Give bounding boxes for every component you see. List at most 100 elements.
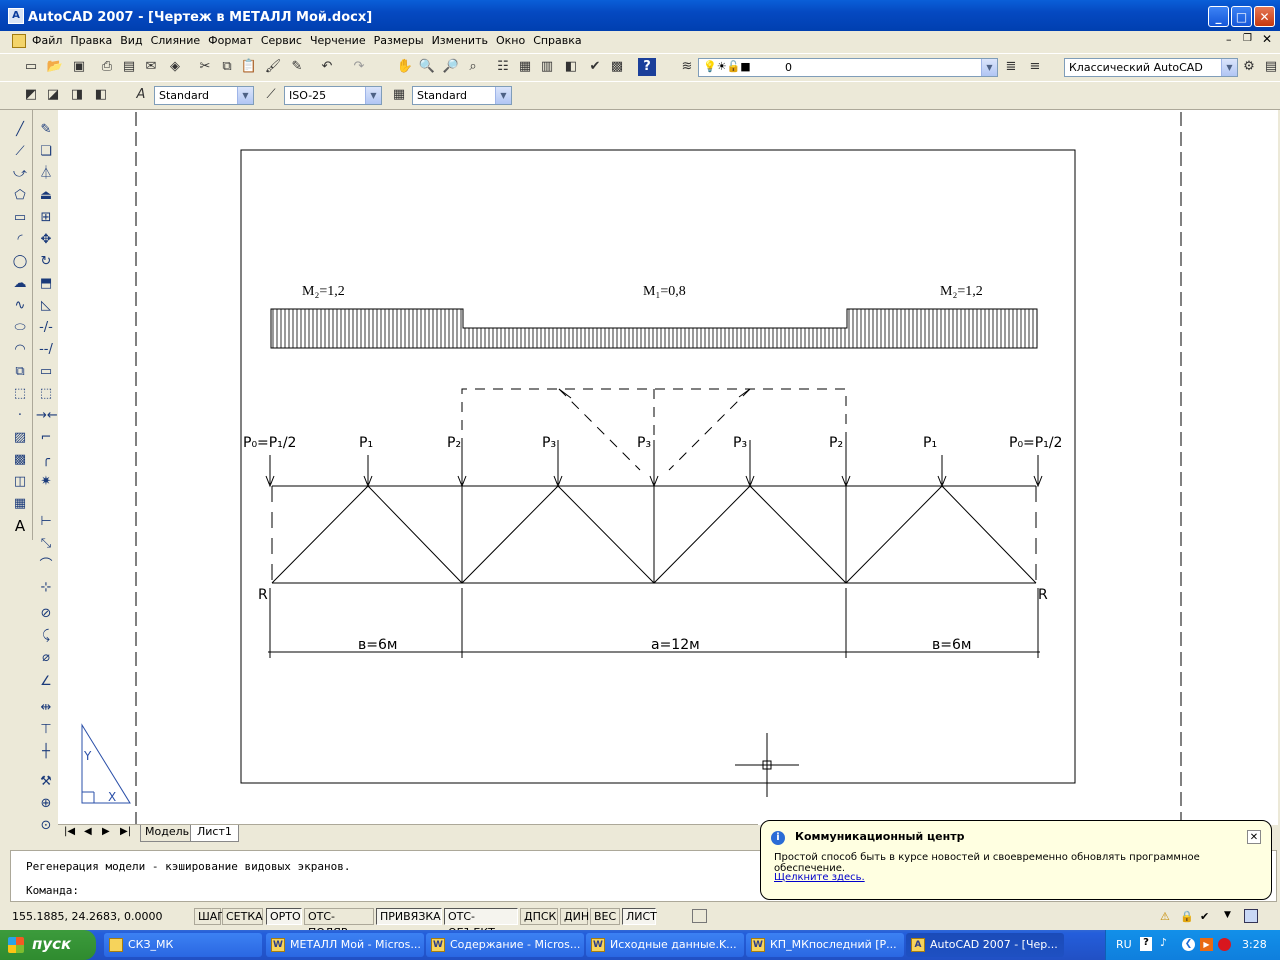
app-icon[interactable]: A (8, 8, 24, 24)
join-icon[interactable]: →← (36, 406, 58, 426)
doc-restore-icon[interactable]: ❐ (1243, 33, 1252, 44)
save-icon[interactable]: ▣ (70, 58, 88, 76)
make-block-icon[interactable]: ⬚ (10, 384, 30, 404)
mirror-icon[interactable]: ⏃ (36, 164, 56, 184)
command-prompt[interactable]: Команда: (26, 884, 79, 897)
construction-line-icon[interactable]: ⟋ (10, 142, 30, 162)
draworder-front-icon[interactable]: ◩ (22, 86, 40, 104)
rotate-icon[interactable]: ↻ (36, 252, 56, 272)
menu-item[interactable]: Размеры (370, 32, 428, 49)
chamfer-icon[interactable]: ⌐ (36, 428, 56, 448)
menu-item[interactable]: Черчение (306, 32, 370, 49)
menu-item[interactable]: Формат (204, 32, 257, 49)
trusted-icon[interactable]: ✔ (1200, 910, 1209, 923)
next-tab-icon[interactable]: ▶ (102, 826, 110, 837)
text-style-icon[interactable]: A (132, 86, 150, 104)
make-layer-current-icon[interactable]: ≣ (1002, 58, 1020, 76)
menu-item[interactable]: Файл (28, 32, 66, 49)
status-toggle[interactable]: ПРИВЯЗКА (376, 908, 442, 925)
aligned-dim-icon[interactable]: ⤡ (36, 534, 56, 554)
copy-icon[interactable]: ⧉ (218, 58, 236, 76)
chevron-down-icon[interactable]: ▼ (981, 59, 997, 76)
layer-manager-icon[interactable]: ≋ (678, 58, 696, 76)
menu-item[interactable]: Правка (66, 32, 116, 49)
comm-center-icon[interactable]: ⚠ (1160, 910, 1170, 923)
workspace-settings-icon[interactable]: ⚙ (1240, 58, 1258, 76)
menu-item[interactable]: Вид (116, 32, 146, 49)
toolbar-overflow-icon[interactable]: ▤ (1262, 58, 1280, 76)
polygon-icon[interactable]: ⬠ (10, 186, 30, 206)
layer-combo[interactable]: 💡☀🔓■ 0 ▼ (698, 58, 998, 77)
publish-icon[interactable]: ✉ (142, 58, 160, 76)
zoom-window-icon[interactable]: 🔎 (442, 58, 460, 76)
insert-block-icon[interactable]: ⧉ (10, 362, 30, 382)
status-toggle[interactable]: ОРТО (266, 908, 302, 925)
workspace-combo[interactable]: Классический AutoCAD ▼ (1064, 58, 1238, 77)
minimize-button[interactable]: _ (1208, 6, 1229, 27)
tab-sheet1[interactable]: Лист1 (190, 825, 239, 842)
zoom-realtime-icon[interactable]: 🔍 (418, 58, 436, 76)
taskbar-button[interactable]: A AutoCAD 2007 - [Чер... (906, 933, 1064, 957)
diameter-dim-icon[interactable]: ⌀ (36, 648, 56, 668)
menu-item[interactable]: Справка (529, 32, 585, 49)
balloon-close-button[interactable]: ✕ (1247, 830, 1261, 844)
doc-icon[interactable] (12, 34, 26, 48)
table-style-icon[interactable]: ▦ (390, 86, 408, 104)
clean-screen-icon[interactable] (1244, 909, 1258, 923)
markup-icon[interactable]: ✔ (586, 58, 604, 76)
table-style-combo[interactable]: Standard ▼ (412, 86, 512, 105)
copy-object-icon[interactable]: ❏ (36, 142, 56, 162)
extend-icon[interactable]: --/ (36, 340, 56, 360)
calculator-icon[interactable]: ▩ (608, 58, 626, 76)
scale-icon[interactable]: ⬒ (36, 274, 56, 294)
volume-icon[interactable]: ♪ (1160, 936, 1167, 949)
rectangle-icon[interactable]: ▭ (10, 208, 30, 228)
dim-style-icon[interactable]: ⟋ (262, 86, 280, 104)
array-icon[interactable]: ⊞ (36, 208, 56, 228)
jogged-dim-icon[interactable]: ⤹ (36, 626, 56, 646)
pan-icon[interactable]: ✋ (396, 58, 414, 76)
taskbar-button[interactable]: СКЗ_МК (104, 933, 262, 957)
break-point-icon[interactable]: ▭ (36, 362, 56, 382)
status-toggle[interactable]: СЕТКА (222, 908, 263, 925)
back-tray-icon[interactable]: ❮ (1182, 938, 1195, 951)
menu-item[interactable]: Слияние (147, 32, 205, 49)
point-icon[interactable]: · (10, 406, 30, 426)
status-menu-icon[interactable]: ▼ (1224, 910, 1231, 920)
arc-length-icon[interactable]: ⌒ (36, 556, 56, 576)
print-icon[interactable]: ⎙ (98, 58, 116, 76)
sheet-set-icon[interactable]: ◧ (562, 58, 580, 76)
3d-dwf-icon[interactable]: ◈ (166, 58, 184, 76)
ellipse-icon[interactable]: ⬭ (10, 318, 30, 338)
opera-tray-icon[interactable] (1218, 938, 1231, 951)
layer-previous-icon[interactable]: ≡ (1026, 58, 1044, 76)
lock-icon[interactable]: 🔒 (1180, 910, 1194, 923)
center-mark-icon[interactable]: ⊕ (36, 794, 56, 814)
hatch-icon[interactable]: ▨ (10, 428, 30, 448)
close-button[interactable]: ✕ (1254, 6, 1275, 27)
bring-above-icon[interactable]: ◨ (68, 86, 86, 104)
cut-icon[interactable]: ✂ (196, 58, 214, 76)
linear-dim-icon[interactable]: ⊢ (36, 512, 56, 532)
table-icon[interactable]: ▦ (10, 494, 30, 514)
match-properties-icon[interactable]: 🖌 (264, 58, 282, 76)
dim-style-combo[interactable]: ISO-25 ▼ (284, 86, 382, 105)
draworder-back-icon[interactable]: ◪ (44, 86, 62, 104)
doc-minimize-icon[interactable]: – (1226, 33, 1232, 46)
status-toggle[interactable]: ВЕС (590, 908, 620, 925)
open-icon[interactable]: 📂 (46, 58, 64, 76)
prev-tab-icon[interactable]: ◀ (84, 826, 92, 837)
status-toggle[interactable]: ОТС-ПОЛЯР (304, 908, 374, 939)
fillet-icon[interactable]: ╭ (36, 450, 56, 470)
coordinates-readout[interactable]: 155.1885, 24.2683, 0.0000 (12, 910, 162, 923)
region-icon[interactable]: ◫ (10, 472, 30, 492)
help-tray-icon[interactable]: ? (1140, 937, 1152, 951)
status-toggle[interactable]: ДИН (560, 908, 589, 925)
stretch-icon[interactable]: ◺ (36, 296, 56, 316)
start-button[interactable]: пуск (0, 930, 96, 960)
status-toggle[interactable]: ШАГ (194, 908, 224, 925)
angular-dim-icon[interactable]: ∠ (36, 672, 56, 692)
gradient-icon[interactable]: ▩ (10, 450, 30, 470)
status-toggle[interactable]: ОТС-ОБЪЕКТ (444, 908, 518, 939)
block-editor-icon[interactable]: ✎ (288, 58, 306, 76)
